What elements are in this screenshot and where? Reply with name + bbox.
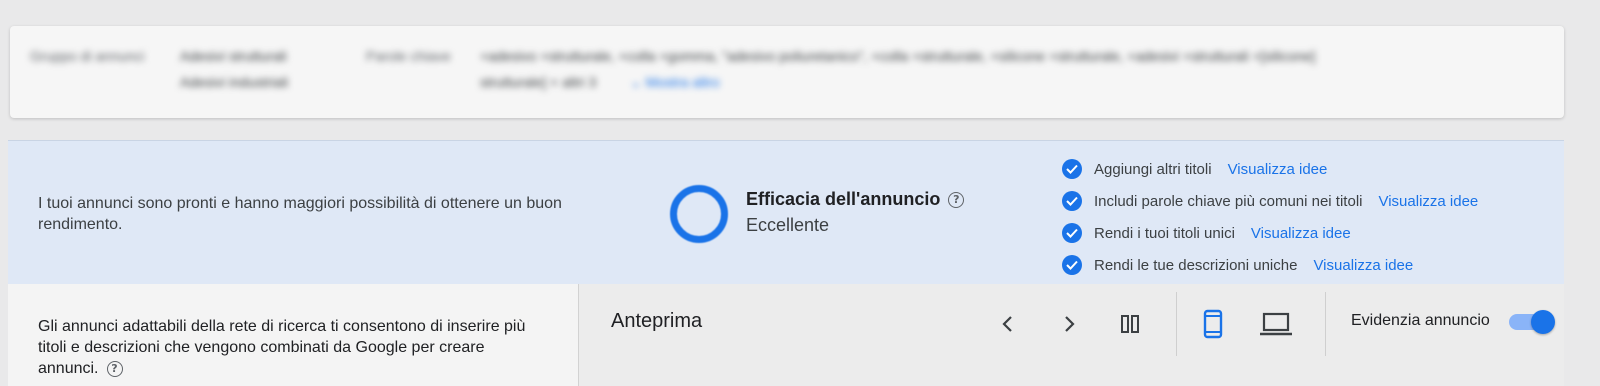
keywords-label: Parole chiave xyxy=(366,48,451,64)
view-ideas-link[interactable]: Visualizza idee xyxy=(1251,225,1351,242)
mobile-view-button[interactable] xyxy=(1197,308,1229,340)
check-circle-icon xyxy=(1062,223,1082,243)
toolbar-divider xyxy=(1176,292,1177,356)
checklist-item: Rendi le tue descrizioni uniche Visualiz… xyxy=(1062,249,1478,281)
help-icon[interactable]: ? xyxy=(948,192,965,209)
smartphone-icon xyxy=(1203,309,1223,339)
info-text: Gli annunci adattabili della rete di ric… xyxy=(38,316,548,379)
ad-strength-panel: I tuoi annunci sono pronti e hanno maggi… xyxy=(8,140,1564,285)
check-circle-icon xyxy=(1062,191,1082,211)
previous-button[interactable] xyxy=(992,308,1024,340)
checklist-item-text: Includi parole chiave più comuni nei tit… xyxy=(1094,192,1363,210)
toolbar-divider xyxy=(1325,292,1326,356)
ad-strength-value: Eccellente xyxy=(746,215,830,235)
strength-checklist: Aggiungi altri titoli Visualizza idee In… xyxy=(1062,153,1478,281)
ad-strength-ring xyxy=(670,185,728,243)
ad-strength-title: Efficacia dell'annuncio? xyxy=(746,189,965,210)
laptop-icon xyxy=(1260,312,1292,336)
toggle-knob xyxy=(1531,310,1555,334)
info-panel: Gli annunci adattabili della rete di ric… xyxy=(8,284,579,386)
chevron-left-icon xyxy=(1002,316,1012,332)
checklist-item: Rendi i tuoi titoli unici Visualizza ide… xyxy=(1062,217,1478,249)
help-icon[interactable]: ? xyxy=(106,360,123,377)
checklist-item-text: Rendi i tuoi titoli unici xyxy=(1094,224,1235,242)
chevron-down-icon: ⌄ xyxy=(630,74,642,90)
group-value-1: Adesivi strutturali xyxy=(180,48,287,64)
ad-group-summary-card: Gruppo di annunci Adesivi strutturali Ad… xyxy=(10,26,1564,118)
group-label: Gruppo di annunci xyxy=(30,48,145,64)
ad-strength-title-text: Efficacia dell'annuncio xyxy=(746,189,941,209)
checklist-item: Aggiungi altri titoli Visualizza idee xyxy=(1062,153,1478,185)
pause-button[interactable] xyxy=(1114,308,1146,340)
columns-icon xyxy=(1121,315,1139,333)
keywords-line-1: +adesivo +strutturale, +colla +gomma, "a… xyxy=(480,48,1316,64)
preview-panel: Anteprima Evidenzia annuncio xyxy=(579,284,1564,386)
chevron-right-icon xyxy=(1065,316,1075,332)
highlight-ad-label: Evidenzia annuncio xyxy=(1351,312,1490,329)
keywords-line-2: strutturale] + altri 3 xyxy=(480,74,597,90)
view-ideas-link[interactable]: Visualizza idee xyxy=(1378,193,1478,210)
check-circle-icon xyxy=(1062,159,1082,179)
group-value-2: Adesivi industriali xyxy=(180,74,289,90)
preview-title: Anteprima xyxy=(611,310,703,332)
desktop-view-button[interactable] xyxy=(1256,308,1296,340)
highlight-ad-toggle[interactable] xyxy=(1509,310,1555,334)
show-more-label: Mostra altro xyxy=(645,74,720,90)
show-more-link[interactable]: ⌄ Mostra altro xyxy=(630,74,720,91)
checklist-item-text: Aggiungi altri titoli xyxy=(1094,160,1212,178)
checklist-item: Includi parole chiave più comuni nei tit… xyxy=(1062,185,1478,217)
view-ideas-link[interactable]: Visualizza idee xyxy=(1228,161,1328,178)
strength-message: I tuoi annunci sono pronti e hanno maggi… xyxy=(38,195,562,233)
checklist-item-text: Rendi le tue descrizioni uniche xyxy=(1094,256,1298,274)
view-ideas-link[interactable]: Visualizza idee xyxy=(1313,257,1413,274)
check-circle-icon xyxy=(1062,255,1082,275)
next-button[interactable] xyxy=(1053,308,1085,340)
